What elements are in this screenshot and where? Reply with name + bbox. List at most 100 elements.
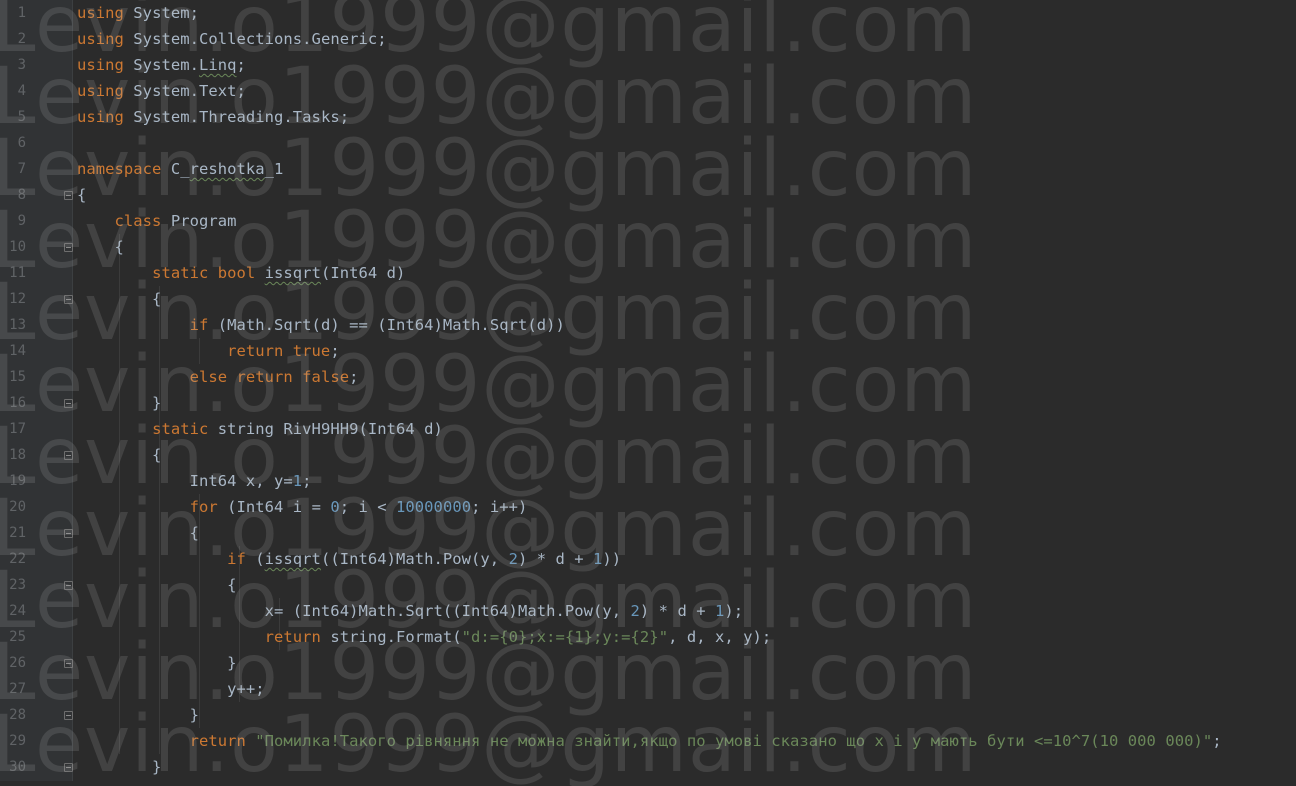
code-token: Program	[161, 212, 237, 230]
line-number: 14	[9, 343, 26, 359]
code-line[interactable]: return "Помилка!Такого рівняння не можна…	[77, 728, 1222, 754]
line-number: 21	[9, 525, 26, 541]
fold-collapse-icon[interactable]	[64, 711, 73, 720]
code-token: {	[77, 290, 162, 308]
fold-expand-icon[interactable]	[64, 581, 73, 590]
line-number: 6	[17, 135, 26, 151]
code-line[interactable]: using System.Collections.Generic;	[77, 26, 387, 52]
line-number: 3	[17, 57, 26, 73]
code-line[interactable]: Int64 x, y=1;	[77, 468, 312, 494]
code-token: System;	[123, 4, 199, 22]
number-token: 1	[292, 472, 303, 490]
line-number: 5	[17, 109, 26, 125]
line-number: 24	[9, 603, 26, 619]
code-token: System.	[123, 56, 199, 74]
code-line[interactable]: using System.Linq;	[77, 52, 246, 78]
code-line[interactable]: return string.Format("d:={0};x:={1};y:={…	[77, 624, 772, 650]
identifier-token: reshotka	[189, 160, 265, 178]
fold-expand-icon[interactable]	[64, 191, 73, 200]
code-line[interactable]: return true;	[77, 338, 340, 364]
line-number: 17	[9, 421, 26, 437]
keyword-token: using	[77, 56, 124, 74]
number-token: 2	[508, 550, 518, 568]
code-line[interactable]: {	[77, 182, 86, 208]
code-token: ;	[349, 368, 359, 386]
line-number: 15	[9, 369, 26, 385]
code-line[interactable]: static string RivH9HH9(Int64 d)	[77, 416, 443, 442]
keyword-token: else return false	[189, 368, 350, 386]
keyword-token: using	[77, 108, 124, 126]
code-line[interactable]: y++;	[77, 676, 265, 702]
fold-collapse-icon[interactable]	[64, 399, 73, 408]
code-line[interactable]: for (Int64 i = 0; i < 10000000; i++)	[77, 494, 528, 520]
line-number: 13	[9, 317, 26, 333]
code-token: System.Threading.Tasks;	[123, 108, 350, 126]
code-line[interactable]: {	[77, 442, 161, 468]
keyword-token: static bool	[152, 264, 256, 282]
code-line[interactable]: if (issqrt((Int64)Math.Pow(y, 2) * d + 1…	[77, 546, 621, 572]
keyword-token: using	[77, 82, 124, 100]
code-token: C_	[161, 160, 190, 178]
code-token: string RivH9HH9(Int64 d)	[208, 420, 443, 438]
fold-collapse-icon[interactable]	[64, 659, 73, 668]
code-line[interactable]: static bool issqrt(Int64 d)	[77, 260, 405, 286]
line-number: 20	[9, 499, 26, 515]
fold-expand-icon[interactable]	[64, 243, 73, 252]
code-line[interactable]: {	[77, 286, 161, 312]
fold-expand-icon[interactable]	[64, 529, 73, 538]
string-token: "d:={0};x:={1};y:={2}"	[461, 628, 669, 646]
code-line[interactable]: }	[77, 702, 199, 728]
code-line[interactable]: }	[77, 754, 161, 780]
code-token: System.Text;	[123, 82, 246, 100]
code-line[interactable]: class Program	[77, 208, 237, 234]
code-token: Int64 x, y=	[77, 472, 293, 490]
code-token: x= (Int64)Math.Sqrt((Int64)Math.Pow(y,	[77, 602, 631, 620]
fold-expand-icon[interactable]	[64, 295, 73, 304]
code-line[interactable]: {	[77, 234, 124, 260]
code-token: ;	[1212, 732, 1222, 750]
code-token: {	[77, 576, 237, 594]
keyword-token: if	[189, 316, 209, 334]
code-line[interactable]: using System;	[77, 0, 199, 26]
keyword-token: static	[152, 420, 209, 438]
code-line[interactable]: namespace C_reshotka_1	[77, 156, 283, 182]
code-token: _1	[264, 160, 284, 178]
number-token: 10000000	[396, 498, 472, 516]
code-line[interactable]: }	[77, 650, 237, 676]
code-token: }	[77, 706, 199, 724]
line-number: 26	[9, 655, 26, 671]
code-line[interactable]: if (Math.Sqrt(d) == (Int64)Math.Sqrt(d))	[77, 312, 565, 338]
line-number: 29	[9, 733, 26, 749]
line-number: 19	[9, 473, 26, 489]
code-token: ; i <	[339, 498, 397, 516]
code-line[interactable]: }	[77, 390, 161, 416]
code-line[interactable]: x= (Int64)Math.Sqrt((Int64)Math.Pow(y, 2…	[77, 598, 743, 624]
code-line[interactable]: using System.Text;	[77, 78, 246, 104]
fold-collapse-icon[interactable]	[64, 763, 73, 772]
keyword-token: using	[77, 4, 124, 22]
number-token: 1	[714, 602, 725, 620]
code-token: (Math.Sqrt(d) == (Int64)Math.Sqrt(d))	[208, 316, 565, 334]
code-token: ((Int64)Math.Pow(y,	[320, 550, 509, 568]
code-editor[interactable]: using System; using System.Collections.Ge…	[77, 0, 1296, 781]
line-number-gutter: 1 2 3 4 5 6 7 8 9 10 11 12 13 14 15 16 17 18 19 20 21 22 23 24 2…	[0, 0, 73, 781]
code-line[interactable]: {	[77, 520, 199, 546]
code-line[interactable]: {	[77, 572, 237, 598]
code-token: y++;	[77, 680, 265, 698]
code-token: ;	[236, 56, 246, 74]
fold-expand-icon[interactable]	[64, 451, 73, 460]
code-token: (	[245, 550, 265, 568]
code-token: (Int64 d)	[320, 264, 406, 282]
line-number: 12	[9, 291, 26, 307]
line-number: 11	[9, 265, 26, 281]
code-line[interactable]: else return false;	[77, 364, 359, 390]
keyword-token: return	[189, 732, 246, 750]
code-line[interactable]: using System.Threading.Tasks;	[77, 104, 349, 130]
